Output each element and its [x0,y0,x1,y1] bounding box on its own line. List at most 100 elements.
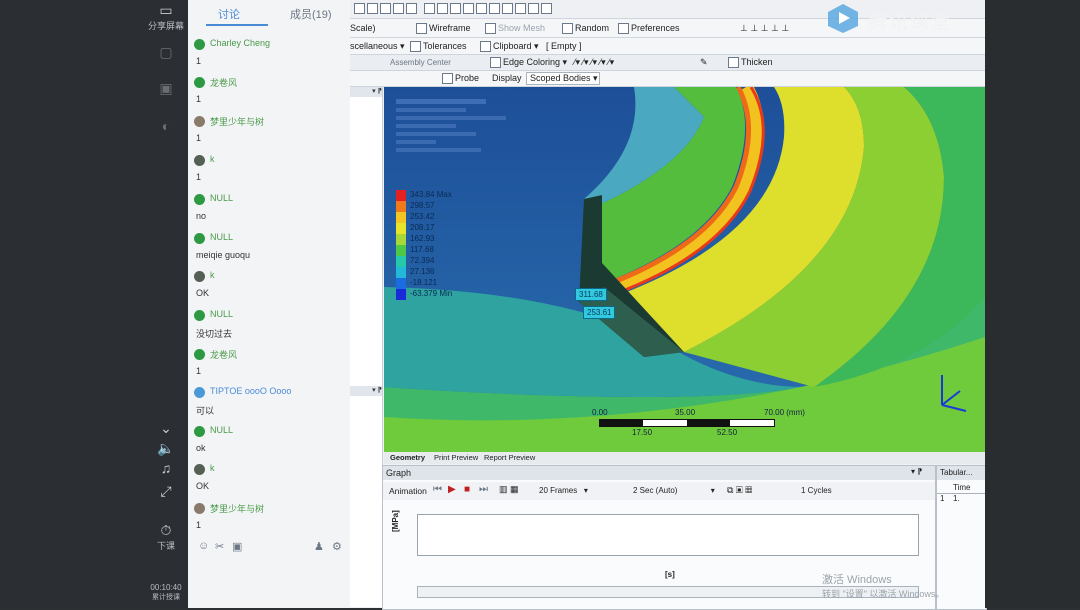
details-pin-icon[interactable]: ▾ ⁋ [350,386,382,396]
preferences-button[interactable]: Preferences [618,23,680,35]
stop-icon[interactable]: ■ [464,484,470,495]
legend-entry: -63.379 Min [396,289,486,300]
scoped-bodies-select[interactable]: Scoped Bodies ▾ [526,72,600,85]
tabular-title: Tabular... [940,468,973,477]
music-button[interactable]: ♫ [146,460,186,476]
graphics-viewport[interactable]: 343.84 Max 298.57 253.42 208.17 162.93 1… [384,87,985,452]
legend-label: -18.121 [410,278,438,287]
image-icon[interactable]: ▣ [232,540,242,553]
legend-swatch [396,234,406,245]
tab-report-preview[interactable]: Report Preview [484,453,535,462]
last-frame-icon[interactable]: ⏭ [479,484,488,495]
sender-name: Charley Cheng [210,38,271,48]
scoped-bodies-value: Scoped Bodies [530,73,591,83]
scissors-icon[interactable]: ✂ [215,540,224,553]
axis-tool-icons[interactable]: ⊥ ⊥ ⊥ ⊥ ⊥ [740,23,789,34]
graph-pin-icon[interactable]: ▾ ⁋ [911,467,922,476]
scale-dropdown[interactable]: Scale) [350,23,376,33]
legend-entry: -18.121 [396,278,486,289]
legend-label: 117.68 [410,245,434,254]
probe-label-2[interactable]: 253.61 [583,306,616,319]
probe-label-1[interactable]: 311.68 [575,288,607,301]
edge-tool-icons[interactable]: ⁄▾ ⁄▾ ⁄▾ ⁄▾ ⁄▾ [574,57,614,68]
tab-discussion[interactable]: 讨论 [218,6,240,22]
play-icon[interactable]: ▶ [448,484,456,495]
avatar [194,116,205,127]
tolerances-button[interactable]: Tolerances [410,41,467,53]
first-frame-icon[interactable]: ⏮ [433,484,442,495]
miscellaneous-menu[interactable]: scellaneous ▾ [350,41,405,52]
tab-print-preview[interactable]: Print Preview [434,453,478,462]
scale-bar-segment [600,420,643,426]
graph-plot-area[interactable] [417,514,919,556]
outline-pin-icon[interactable]: ▾ ⁋ [350,87,382,97]
tab-members[interactable]: 成员(19) [290,6,332,22]
collapse-button[interactable]: ⌄ [146,420,186,437]
legend-entry: 298.57 [396,201,486,212]
class-timer: 00:10:40 累计授课 [146,583,186,602]
cycles-button[interactable]: 1 Cycles [801,486,832,495]
avatar [194,310,205,321]
clipboard-menu[interactable]: Clipboard ▾ [480,41,539,53]
legend-entry: 208.17 [396,223,486,234]
tolerances-label: Tolerances [423,41,467,51]
emoji-icon[interactable]: ☺ [198,540,209,552]
sidebar-tool-button[interactable]: ▢ [146,44,186,61]
pin-icon[interactable]: ✎ [700,57,708,68]
legend-label: 343.84 Max [410,190,452,199]
scale-bar-segment [687,420,730,426]
wireframe-button[interactable]: Wireframe [416,23,471,35]
message-text: meiqie guoqu [196,250,251,260]
animation-label: Animation [389,486,427,496]
frames-select[interactable]: 20 Frames ▾ [539,486,588,495]
frames-grid-icon[interactable]: ▥ ▦ [499,484,519,495]
user-settings-icon[interactable]: ♟ [314,540,324,553]
result-line [396,140,436,144]
result-line [396,132,476,136]
active-tab-indicator [206,24,268,26]
share-screen-button[interactable]: ▭ 分享屏幕 [146,2,186,32]
legend-swatch [396,212,406,223]
speaker-button[interactable]: 🔈 [146,440,186,457]
outline-tree-pane[interactable] [350,87,383,607]
thicken-button[interactable]: Thicken [728,57,773,69]
frames-value: 20 Frames [539,486,578,495]
show-mesh-button[interactable]: Show Mesh [485,23,545,35]
leave-class-button[interactable]: ⏱ 下课 [146,522,186,552]
tool-icon: ◐ [161,118,171,134]
toolbar-icons[interactable] [354,3,554,15]
fullscreen-button[interactable]: ⤢ [146,483,186,500]
edge-coloring-menu[interactable]: Edge Coloring ▾ [490,57,567,69]
sidebar-tool-button[interactable]: ◐ [146,118,186,134]
message-text: 1 [196,520,202,530]
legend-swatch [396,256,406,267]
tab-geometry[interactable]: Geometry [390,453,425,462]
table-row[interactable]: 1 1. [937,494,986,505]
watermark-logo: 腾讯课堂 [826,2,962,34]
result-line [396,116,506,120]
tabular-column-header: Time [937,482,986,494]
legend-swatch [396,278,406,289]
sender-name: NULL [210,309,234,319]
avatar [194,39,205,50]
preferences-label: Preferences [631,23,680,33]
legend-swatch [396,223,406,234]
chevron-down-icon: ⌄ [160,420,172,436]
avatar [194,194,205,205]
activation-title: 激活 Windows [822,574,892,586]
avatar [194,503,205,514]
legend-entry: 343.84 Max [396,190,486,201]
toolbar-row-3: scellaneous ▾ Tolerances Clipboard ▾ [ E… [350,38,985,55]
probe-button[interactable]: Probe [442,73,479,85]
message-text: 没切过去 [196,329,233,339]
graph-y-label: [MPa] [391,510,400,532]
duration-select[interactable]: 2 Sec (Auto) ▾ [633,486,715,495]
sidebar-tool-button[interactable]: ▣ [146,80,186,97]
scale-tick-label: 0.00 [592,408,608,417]
export-icons[interactable]: ⧉ ▣ ▦ [727,485,752,496]
clock-icon: ⏱ [160,522,172,538]
sender-name: 龙卷风 [210,350,238,360]
gear-icon[interactable]: ⚙ [332,540,342,553]
random-button[interactable]: Random [562,23,609,35]
legend-label: -63.379 Min [410,289,453,298]
